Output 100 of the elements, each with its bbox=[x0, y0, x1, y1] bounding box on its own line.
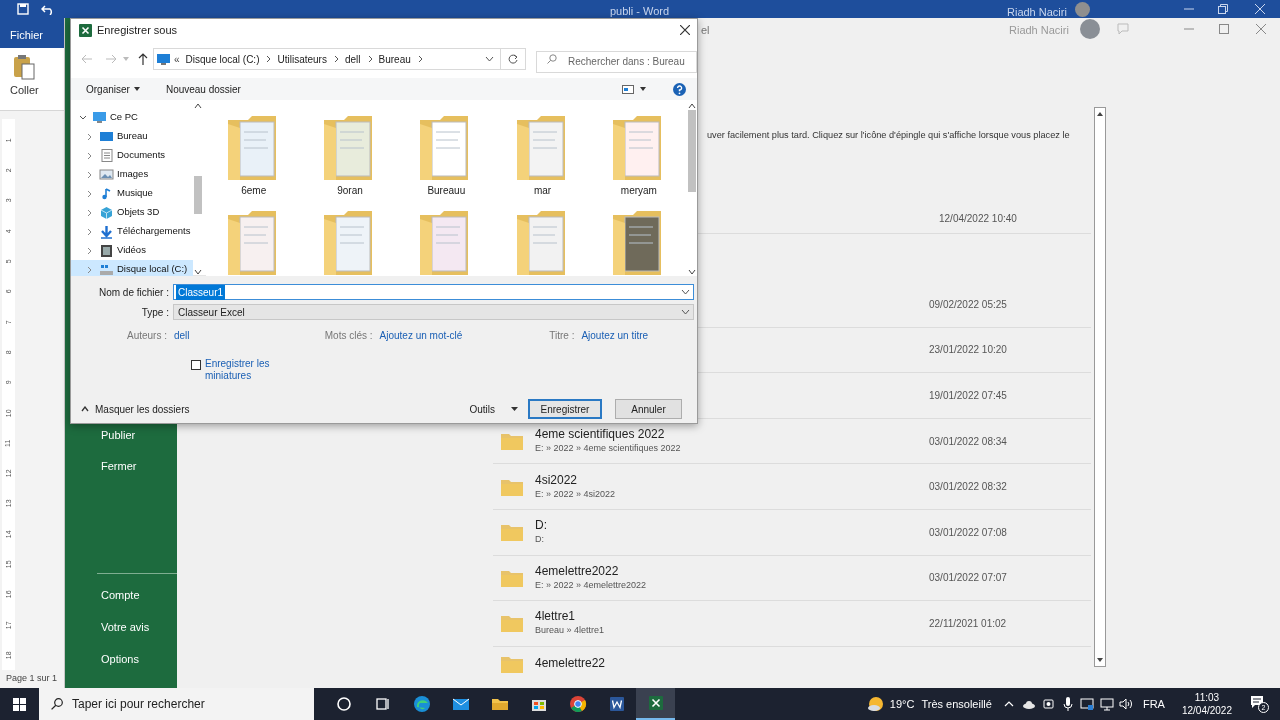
spreadsheet-app-icon bbox=[646, 694, 665, 712]
type-dropdown[interactable]: Classeur Excel bbox=[173, 304, 694, 320]
tree-item[interactable]: Vidéos bbox=[71, 241, 193, 260]
tree-item[interactable]: Musique bbox=[71, 184, 193, 203]
search-field[interactable]: Rechercher dans : Bureau bbox=[536, 50, 697, 73]
tree-item[interactable]: Bureau bbox=[71, 127, 193, 146]
scrollbar-thumb[interactable] bbox=[688, 110, 696, 192]
folder-path: E: » 2022 » 4eme scientifiques 2022 bbox=[535, 442, 681, 456]
recent-folder-row[interactable]: 4lettre1 Bureau » 4lettre1 22/11/2021 01:02 bbox=[493, 601, 1091, 647]
collapsed-chevron-icon[interactable] bbox=[86, 208, 94, 217]
cloud-icon[interactable] bbox=[1021, 699, 1036, 709]
checkbox-label[interactable]: Enregistrer les miniatures bbox=[205, 358, 275, 382]
caret-icon[interactable] bbox=[640, 87, 646, 91]
tree-item[interactable]: Disque local (C:) bbox=[71, 260, 193, 276]
filename-field[interactable]: Classeur1 bbox=[173, 284, 694, 300]
menu-item[interactable]: Publier bbox=[101, 427, 177, 445]
network-icon[interactable] bbox=[1099, 697, 1114, 711]
tree-item[interactable]: Images bbox=[71, 165, 193, 184]
scrollbar[interactable] bbox=[687, 102, 697, 276]
field-label: Nom de fichier : bbox=[97, 285, 169, 300]
up-icon[interactable] bbox=[138, 53, 148, 65]
folder-path: Bureau » 4lettre1 bbox=[535, 624, 605, 638]
cancel-button[interactable]: Annuler bbox=[615, 399, 682, 419]
clock[interactable]: 11:03 12/04/2022 bbox=[1181, 691, 1232, 717]
help-icon[interactable] bbox=[673, 82, 686, 96]
hide-folders-button[interactable]: Masquer les dossiers bbox=[81, 401, 190, 417]
file-item[interactable]: Bureauu bbox=[398, 114, 495, 199]
folder-path: E: » 2022 » 4si2022 bbox=[535, 487, 616, 501]
recent-folder-row[interactable]: 4si2022 E: » 2022 » 4si2022 03/01/2022 08:32 bbox=[493, 464, 1091, 510]
restore-icon[interactable] bbox=[1218, 4, 1228, 14]
file-item[interactable]: 9oran bbox=[301, 114, 399, 199]
breadcrumb-item[interactable]: Bureau bbox=[378, 51, 411, 67]
maximize-icon[interactable] bbox=[1219, 24, 1229, 34]
save-button[interactable]: Enregistrer bbox=[528, 399, 602, 419]
collapsed-chevron-icon[interactable] bbox=[86, 189, 94, 198]
scrollbar[interactable] bbox=[192, 102, 203, 276]
file-item[interactable]: meryam bbox=[590, 114, 688, 199]
volume-icon[interactable] bbox=[1118, 698, 1133, 710]
image-icon bbox=[99, 167, 114, 182]
folder-path: E: » 2022 » 4emelettre2022 bbox=[535, 578, 647, 592]
metadata-link[interactable]: Ajoutez un mot-clé bbox=[379, 327, 463, 343]
close-icon[interactable] bbox=[680, 25, 690, 35]
circle-icon bbox=[334, 695, 353, 713]
recent-folder-row[interactable]: 4emelettre2022 E: » 2022 » 4emelettre2022 03/01/2022 07:07 bbox=[493, 555, 1091, 602]
view-icon[interactable] bbox=[622, 84, 634, 94]
temperature-text[interactable]: 19°C bbox=[889, 695, 915, 713]
date-text: 22/11/2021 01:02 bbox=[929, 616, 1007, 631]
breadcrumb-item[interactable]: Utilisateurs bbox=[277, 51, 327, 67]
sun-cloud-icon[interactable] bbox=[866, 696, 885, 712]
menu-item[interactable]: Fermer bbox=[101, 458, 177, 476]
refresh-button[interactable] bbox=[500, 48, 526, 70]
menu-item[interactable]: Compte bbox=[101, 587, 177, 605]
excel-icon bbox=[79, 23, 92, 37]
scrollbar[interactable] bbox=[1094, 107, 1106, 667]
window-title: el bbox=[701, 23, 710, 38]
tree-item[interactable]: Ce PC bbox=[71, 108, 193, 127]
screen-icon[interactable] bbox=[1079, 697, 1094, 711]
file-item[interactable]: 6eme bbox=[205, 114, 302, 199]
menu-item[interactable]: Votre avis bbox=[101, 619, 177, 637]
menu-item[interactable]: Options bbox=[101, 651, 177, 669]
folder-name: D: bbox=[535, 518, 547, 534]
tree-item[interactable]: Objets 3D bbox=[71, 203, 193, 222]
chevron-up-icon[interactable] bbox=[1003, 701, 1014, 707]
scrollbar-thumb[interactable] bbox=[193, 176, 202, 214]
metadata-link[interactable]: Ajoutez un titre bbox=[581, 327, 649, 343]
new-folder-button[interactable]: Nouveau dossier bbox=[165, 81, 241, 97]
date-text: 19/01/2022 07:45 bbox=[929, 389, 1007, 403]
camera-icon[interactable] bbox=[1042, 697, 1055, 711]
scroll-down-icon bbox=[193, 268, 202, 276]
breadcrumb-item[interactable]: dell bbox=[344, 51, 361, 67]
windows-icon[interactable] bbox=[13, 697, 26, 711]
recent-folder-row[interactable]: D: D: 03/01/2022 07:08 bbox=[493, 509, 1091, 556]
collapsed-chevron-icon[interactable] bbox=[86, 151, 94, 160]
weather-text[interactable]: Très ensoleillé bbox=[921, 695, 992, 713]
save-icon[interactable] bbox=[17, 3, 29, 15]
undo-icon[interactable] bbox=[41, 3, 55, 15]
search-field[interactable]: Taper ici pour rechercher bbox=[39, 688, 314, 720]
expanded-chevron-icon[interactable] bbox=[79, 113, 87, 122]
collapsed-chevron-icon[interactable] bbox=[86, 227, 94, 236]
language-indicator[interactable]: FRA bbox=[1142, 695, 1165, 713]
collapsed-chevron-icon[interactable] bbox=[86, 132, 94, 141]
checkbox[interactable] bbox=[191, 360, 201, 370]
address-bar[interactable]: « Disque local (C:) Utilisateurs dell Bureau bbox=[153, 48, 501, 70]
dropdown-icon[interactable] bbox=[484, 56, 494, 62]
chevron-right-icon bbox=[333, 55, 339, 63]
tree-item[interactable]: Téléchargements bbox=[71, 222, 193, 241]
tree-item[interactable]: Documents bbox=[71, 146, 193, 165]
folder-name: 4si2022 bbox=[535, 472, 579, 488]
collapsed-chevron-icon[interactable] bbox=[86, 265, 94, 274]
file-item[interactable]: mar bbox=[494, 114, 591, 199]
metadata-link[interactable]: dell bbox=[174, 327, 190, 343]
overflow-chevron[interactable]: « bbox=[174, 51, 180, 67]
dropdown-icon bbox=[681, 309, 690, 315]
film-icon bbox=[99, 243, 114, 258]
clipboard-icon bbox=[13, 54, 36, 81]
breadcrumb-item[interactable]: Disque local (C:) bbox=[185, 51, 260, 67]
microphone-icon[interactable] bbox=[1062, 697, 1073, 711]
organize-menu[interactable]: Organiser bbox=[86, 81, 140, 97]
collapsed-chevron-icon[interactable] bbox=[86, 170, 94, 179]
collapsed-chevron-icon[interactable] bbox=[86, 246, 94, 255]
